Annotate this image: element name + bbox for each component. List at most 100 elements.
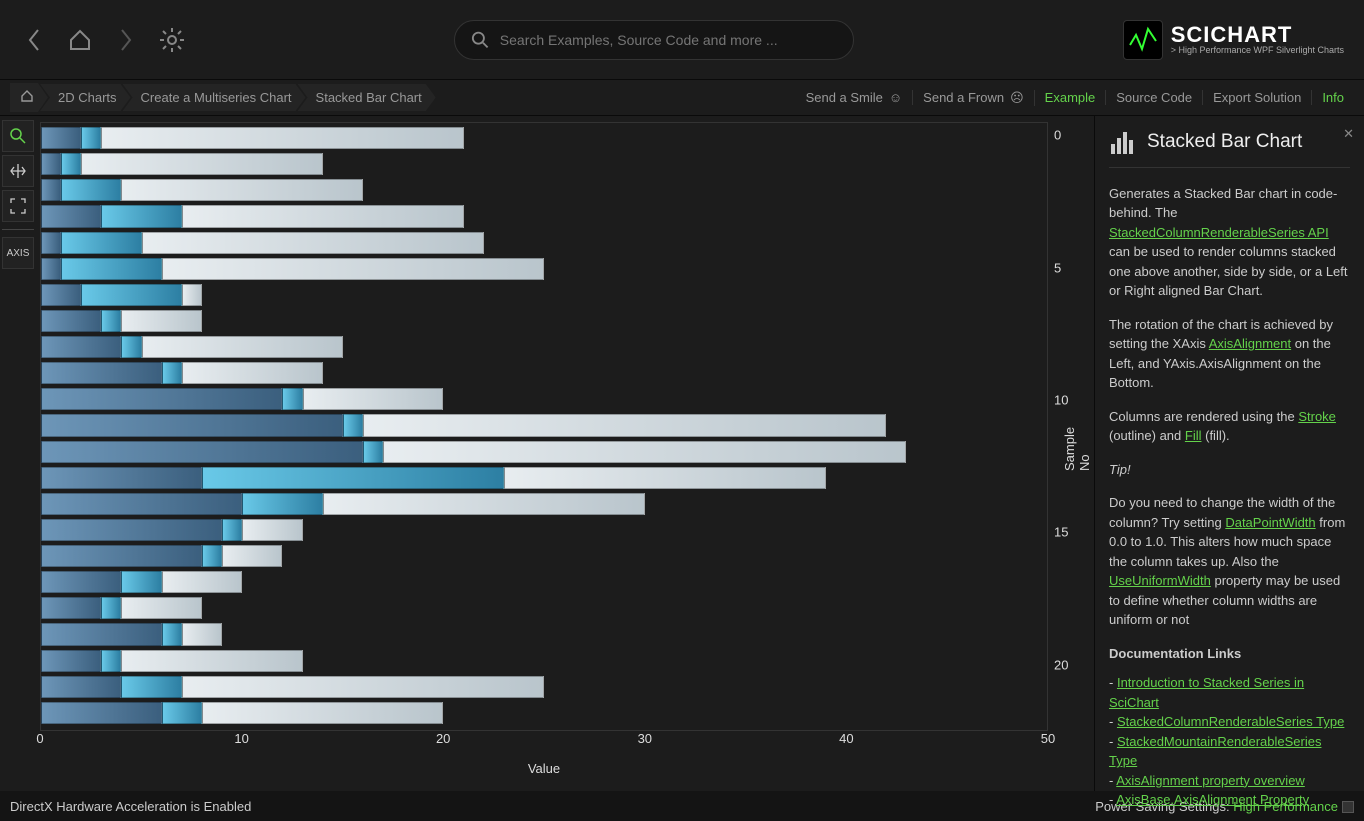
- bar-segment: [242, 493, 322, 515]
- info-tip-label: Tip!: [1109, 460, 1350, 480]
- bar-segment: [41, 362, 162, 384]
- search-input[interactable]: [500, 32, 838, 48]
- bar-row: [41, 153, 1047, 177]
- info-panel: ✕ Stacked Bar Chart Generates a Stacked …: [1094, 116, 1364, 791]
- bar-segment: [41, 545, 202, 567]
- bar-segment: [182, 362, 323, 384]
- doc-link[interactable]: Introduction to Stacked Series in SciCha…: [1109, 675, 1304, 710]
- logo-tagline: > High Performance WPF Silverlight Chart…: [1171, 46, 1344, 55]
- bar-row: [41, 414, 1047, 438]
- breadcrumb-item[interactable]: 2D Charts: [40, 84, 131, 111]
- bar-segment: [61, 258, 162, 280]
- bar-segment: [101, 127, 463, 149]
- bar-segment: [41, 702, 162, 724]
- y-axis-label: Sample No: [1062, 413, 1092, 471]
- bar-segment: [363, 414, 886, 436]
- bar-segment: [142, 232, 484, 254]
- bar-segment: [242, 519, 302, 541]
- tab-info[interactable]: Info: [1312, 90, 1354, 105]
- x-axis: 01020304050 Value: [40, 731, 1048, 781]
- bar-row: [41, 310, 1047, 334]
- breadcrumb-item[interactable]: Create a Multiseries Chart: [123, 84, 306, 111]
- bar-segment: [41, 650, 101, 672]
- bar-segment: [101, 310, 121, 332]
- link-stroke[interactable]: Stroke: [1298, 409, 1336, 424]
- link-axisalignment[interactable]: AxisAlignment: [1209, 336, 1291, 351]
- breadcrumb-item[interactable]: Stacked Bar Chart: [298, 84, 436, 111]
- bar-segment: [162, 362, 182, 384]
- info-title: Stacked Bar Chart: [1147, 128, 1302, 157]
- link-api[interactable]: StackedColumnRenderableSeries API: [1109, 225, 1329, 240]
- axis-tool[interactable]: AXIS: [2, 237, 34, 269]
- breadcrumb-home[interactable]: [10, 83, 48, 112]
- doc-link[interactable]: StackedMountainRenderableSeries Type: [1109, 734, 1321, 769]
- y-tick: 15: [1054, 525, 1068, 540]
- home-icon: [20, 89, 34, 103]
- y-axis: 05101520 Sample No: [1048, 122, 1084, 731]
- bar-segment: [504, 467, 826, 489]
- bar-segment: [202, 545, 222, 567]
- back-button[interactable]: [20, 26, 48, 54]
- bar-row: [41, 127, 1047, 151]
- tab-source-code[interactable]: Source Code: [1106, 90, 1203, 105]
- search-bar[interactable]: [454, 20, 854, 60]
- bar-row: [41, 519, 1047, 543]
- link-datapointwidth[interactable]: DataPointWidth: [1225, 515, 1315, 530]
- bar-segment: [41, 179, 61, 201]
- link-useuniformwidth[interactable]: UseUniformWidth: [1109, 573, 1211, 588]
- bar-segment: [41, 388, 282, 410]
- bar-segment: [81, 153, 322, 175]
- breadcrumb: 2D Charts Create a Multiseries Chart Sta…: [10, 83, 436, 112]
- link-fill[interactable]: Fill: [1185, 428, 1202, 443]
- bar-segment: [182, 623, 222, 645]
- x-tick: 20: [436, 731, 450, 746]
- bar-row: [41, 650, 1047, 674]
- bar-segment: [101, 597, 121, 619]
- settings-button[interactable]: [158, 26, 186, 54]
- x-tick: 30: [638, 731, 652, 746]
- pan-tool[interactable]: [2, 155, 34, 187]
- y-tick: 0: [1054, 128, 1061, 143]
- bar-segment: [121, 310, 201, 332]
- zoom-tool[interactable]: [2, 120, 34, 152]
- bar-segment: [162, 258, 544, 280]
- bar-row: [41, 702, 1047, 726]
- plot-area[interactable]: [40, 122, 1048, 731]
- home-button[interactable]: [66, 26, 94, 54]
- tab-example[interactable]: Example: [1035, 90, 1107, 105]
- send-smile-button[interactable]: Send a Smile ☺: [796, 90, 914, 105]
- send-frown-button[interactable]: Send a Frown ☹: [913, 90, 1035, 106]
- fullscreen-tool[interactable]: [2, 190, 34, 222]
- bar-row: [41, 205, 1047, 229]
- frown-icon: ☹: [1010, 90, 1024, 106]
- bar-segment: [101, 205, 181, 227]
- doc-link[interactable]: AxisBase.AxisAlignment Property: [1116, 792, 1309, 807]
- bar-row: [41, 441, 1047, 465]
- bar-segment: [41, 127, 81, 149]
- tab-export-solution[interactable]: Export Solution: [1203, 90, 1312, 105]
- bar-segment: [202, 467, 504, 489]
- bar-row: [41, 336, 1047, 360]
- bar-row: [41, 597, 1047, 621]
- send-smile-label: Send a Smile: [806, 90, 883, 105]
- search-icon: [471, 30, 489, 50]
- bar-segment: [41, 467, 202, 489]
- chart-area: 05101520 Sample No 01020304050 Value: [36, 116, 1094, 791]
- doc-link[interactable]: AxisAlignment property overview: [1116, 773, 1305, 788]
- bar-segment: [121, 336, 141, 358]
- bar-segment: [182, 205, 464, 227]
- send-frown-label: Send a Frown: [923, 90, 1004, 105]
- logo: SCICHART > High Performance WPF Silverli…: [1123, 20, 1344, 60]
- doc-link[interactable]: StackedColumnRenderableSeries Type: [1117, 714, 1344, 729]
- bar-row: [41, 467, 1047, 491]
- x-tick: 40: [839, 731, 853, 746]
- stacked-bar-icon: [1109, 128, 1137, 156]
- close-icon[interactable]: ✕: [1343, 124, 1354, 144]
- bar-segment: [202, 702, 443, 724]
- forward-button[interactable]: [112, 26, 140, 54]
- bar-row: [41, 258, 1047, 282]
- bar-segment: [343, 414, 363, 436]
- y-tick: 20: [1054, 657, 1068, 672]
- bar-row: [41, 676, 1047, 700]
- smile-icon: ☺: [889, 90, 902, 105]
